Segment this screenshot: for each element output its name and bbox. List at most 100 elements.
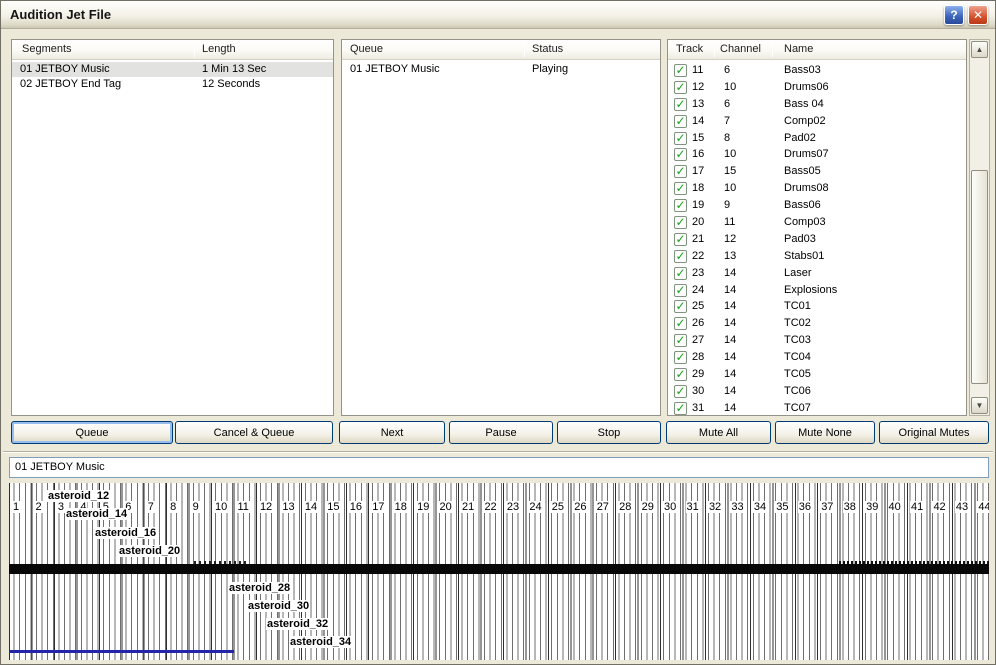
region-label: asteroid_14 [65, 508, 128, 520]
segment-length: 12 Seconds [202, 77, 260, 92]
track-channel: 14 [724, 265, 736, 282]
track-number: 16 [692, 146, 704, 163]
segments-column-header[interactable]: Segments [22, 43, 72, 55]
track-mute-checkbox[interactable]: ✓ [674, 368, 687, 381]
track-row[interactable]: ✓2011Comp03 [668, 214, 966, 231]
track-row[interactable]: ✓2414Explosions [668, 282, 966, 299]
current-segment-field[interactable]: 01 JETBOY Music [9, 457, 989, 478]
track-mute-checkbox[interactable]: ✓ [674, 81, 687, 94]
stop-button[interactable]: Stop [557, 421, 661, 444]
queue-row[interactable]: 01 JETBOY MusicPlaying [342, 62, 660, 77]
track-row[interactable]: ✓2514TC01 [668, 298, 966, 315]
segment-row[interactable]: 01 JETBOY Music 1 Min 13 Sec [12, 62, 333, 77]
column-divider[interactable] [194, 42, 195, 57]
track-mute-checkbox[interactable]: ✓ [674, 334, 687, 347]
length-column-header[interactable]: Length [202, 43, 236, 55]
track-number: 20 [692, 214, 704, 231]
track-mute-checkbox[interactable]: ✓ [674, 233, 687, 246]
track-row[interactable]: ✓147Comp02 [668, 113, 966, 130]
track-mute-checkbox[interactable]: ✓ [674, 250, 687, 263]
track-mute-checkbox[interactable]: ✓ [674, 216, 687, 229]
column-divider[interactable] [772, 42, 773, 57]
original-mutes-button[interactable]: Original Mutes [879, 421, 989, 444]
track-mute-checkbox[interactable]: ✓ [674, 165, 687, 178]
channel-column-header[interactable]: Channel [720, 43, 761, 55]
name-column-header[interactable]: Name [784, 43, 813, 55]
segment-row[interactable]: 02 JETBOY End Tag12 Seconds [12, 77, 333, 92]
track-mute-checkbox[interactable]: ✓ [674, 402, 687, 415]
track-name: TC03 [784, 332, 811, 349]
segment-name: 01 JETBOY Music [20, 62, 110, 77]
track-name: Drums06 [784, 79, 829, 96]
column-divider[interactable] [524, 42, 525, 57]
track-row[interactable]: ✓136Bass 04 [668, 96, 966, 113]
help-button[interactable]: ? [944, 5, 964, 25]
track-mute-checkbox[interactable]: ✓ [674, 267, 687, 280]
track-number: 14 [692, 113, 704, 130]
track-number: 19 [692, 197, 704, 214]
track-mute-checkbox[interactable]: ✓ [674, 182, 687, 195]
scroll-down-button[interactable]: ▼ [971, 397, 988, 414]
title-bar[interactable]: Audition Jet File ? ✕ [1, 1, 995, 29]
mute-all-button[interactable]: Mute All [666, 421, 771, 444]
status-column-header[interactable]: Status [532, 43, 563, 55]
queue-column-header[interactable]: Queue [350, 43, 383, 55]
track-number: 12 [692, 79, 704, 96]
track-mute-checkbox[interactable]: ✓ [674, 284, 687, 297]
track-row[interactable]: ✓2112Pad03 [668, 231, 966, 248]
track-row[interactable]: ✓2314Laser [668, 265, 966, 282]
track-mute-checkbox[interactable]: ✓ [674, 115, 687, 128]
track-row[interactable]: ✓1810Drums08 [668, 180, 966, 197]
column-divider[interactable] [714, 42, 715, 57]
track-row[interactable]: ✓199Bass06 [668, 197, 966, 214]
track-row[interactable]: ✓1715Bass05 [668, 163, 966, 180]
track-row[interactable]: ✓3114TC07 [668, 400, 966, 415]
track-row[interactable]: ✓2914TC05 [668, 366, 966, 383]
track-channel: 6 [724, 62, 730, 79]
track-mute-checkbox[interactable]: ✓ [674, 132, 687, 145]
queue-button[interactable]: Queue [11, 421, 173, 444]
track-mute-checkbox[interactable]: ✓ [674, 98, 687, 111]
queue-item-status: Playing [532, 62, 568, 77]
pause-button[interactable]: Pause [449, 421, 553, 444]
scrollbar-thumb[interactable] [971, 170, 988, 384]
segments-panel: Segments Length 01 JETBOY Music 1 Min 13 … [11, 39, 334, 416]
track-channel: 10 [724, 79, 736, 96]
track-number: 13 [692, 96, 704, 113]
track-name: TC01 [784, 298, 811, 315]
track-number: 11 [692, 62, 703, 79]
track-row[interactable]: ✓ 12 10 Drums06 [668, 79, 966, 96]
track-channel: 14 [724, 298, 736, 315]
track-channel: 13 [724, 248, 736, 265]
track-channel: 6 [724, 96, 730, 113]
track-channel: 10 [724, 146, 736, 163]
track-number: 23 [692, 265, 704, 282]
track-row[interactable]: ✓2614TC02 [668, 315, 966, 332]
track-mute-checkbox[interactable]: ✓ [674, 385, 687, 398]
track-column-header[interactable]: Track [676, 43, 703, 55]
track-mute-checkbox[interactable]: ✓ [674, 199, 687, 212]
track-row[interactable]: ✓2213Stabs01 [668, 248, 966, 265]
scroll-up-button[interactable]: ▲ [971, 41, 988, 58]
track-row[interactable]: ✓158Pad02 [668, 130, 966, 147]
track-row[interactable]: ✓1610Drums07 [668, 146, 966, 163]
track-mute-checkbox[interactable]: ✓ [674, 351, 687, 364]
track-mute-checkbox[interactable]: ✓ [674, 148, 687, 161]
track-row[interactable]: ✓2814TC04 [668, 349, 966, 366]
close-button[interactable]: ✕ [968, 5, 988, 25]
track-number: 15 [692, 130, 704, 147]
mute-none-button[interactable]: Mute None [775, 421, 875, 444]
track-channel: 7 [724, 113, 730, 130]
segment-length: 1 Min 13 Sec [202, 62, 266, 77]
track-mute-checkbox[interactable]: ✓ [674, 317, 687, 330]
track-row[interactable]: ✓2714TC03 [668, 332, 966, 349]
track-mute-checkbox[interactable]: ✓ [674, 64, 687, 77]
track-row[interactable]: ✓3014TC06 [668, 383, 966, 400]
track-mute-checkbox[interactable]: ✓ [674, 300, 687, 313]
track-channel: 15 [724, 163, 736, 180]
tracks-scrollbar[interactable]: ▲ ▼ [969, 39, 990, 416]
next-button[interactable]: Next [339, 421, 445, 444]
separator-groove [3, 451, 993, 453]
cancel-and-queue-button[interactable]: Cancel & Queue [175, 421, 333, 444]
track-row[interactable]: ✓116Bass03 [668, 62, 966, 79]
